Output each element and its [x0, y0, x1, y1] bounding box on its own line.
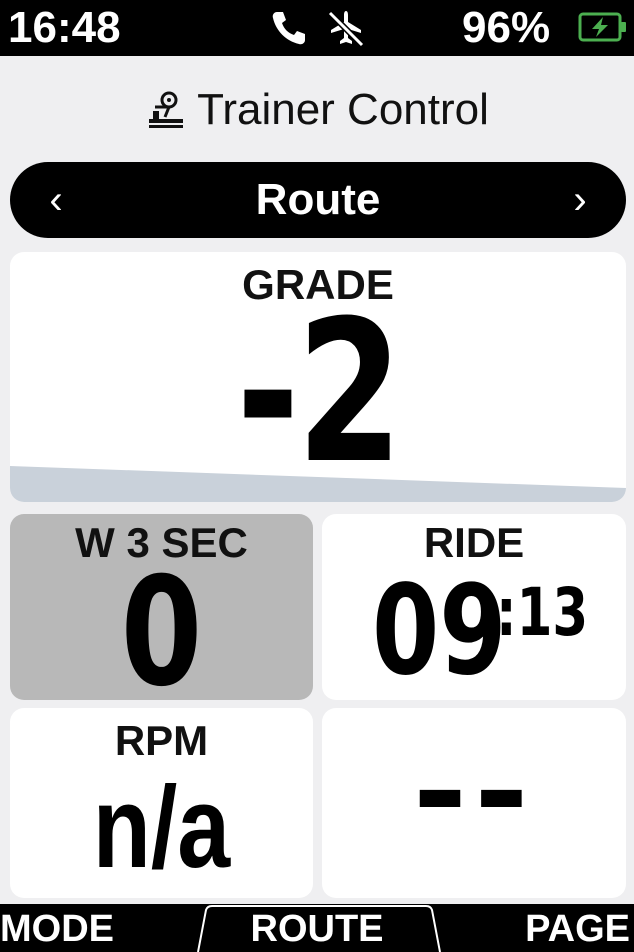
status-icons — [268, 8, 366, 48]
grade-value: -2 — [236, 279, 403, 502]
cadence-field[interactable]: RPM n/a — [10, 708, 313, 898]
battery-charging-icon — [578, 12, 626, 42]
page-softkey[interactable]: PAGE — [525, 906, 630, 952]
main-screen: Trainer Control Route ‹ › GRADE -2 W 3 S… — [0, 56, 634, 904]
empty-field-value: -- — [412, 723, 536, 862]
next-mode-button[interactable]: › — [550, 162, 610, 238]
battery-percent: 96% — [462, 3, 551, 52]
power-field[interactable]: W 3 SEC 0 — [10, 514, 313, 700]
grade-field[interactable]: GRADE -2 — [10, 252, 626, 502]
power-value: 0 — [120, 546, 203, 700]
status-time: 16:48 — [8, 3, 121, 52]
page-title: Trainer Control — [197, 85, 489, 134]
bottom-bar: MODE ROUTE PAGE — [0, 904, 634, 952]
ride-time-field[interactable]: RIDE 09 :13 — [322, 514, 626, 700]
mode-selector[interactable]: Route ‹ › — [10, 162, 626, 238]
bike-trainer-icon — [149, 91, 184, 128]
airplane-mode-off-icon — [327, 10, 365, 48]
ride-time-minutes: 09 — [371, 559, 507, 700]
mode-selector-label: Route — [255, 175, 381, 224]
status-bar: 16:48 96% — [0, 0, 634, 56]
previous-mode-button[interactable]: ‹ — [26, 162, 86, 238]
empty-field[interactable]: -- — [322, 708, 626, 898]
rpm-value: n/a — [92, 762, 231, 892]
rpm-label: RPM — [114, 717, 209, 764]
phone-icon — [272, 12, 305, 45]
page-title-row: Trainer Control — [0, 82, 634, 138]
ride-time-seconds: :13 — [496, 574, 589, 651]
ride-time-value: 09 :13 — [322, 566, 626, 700]
